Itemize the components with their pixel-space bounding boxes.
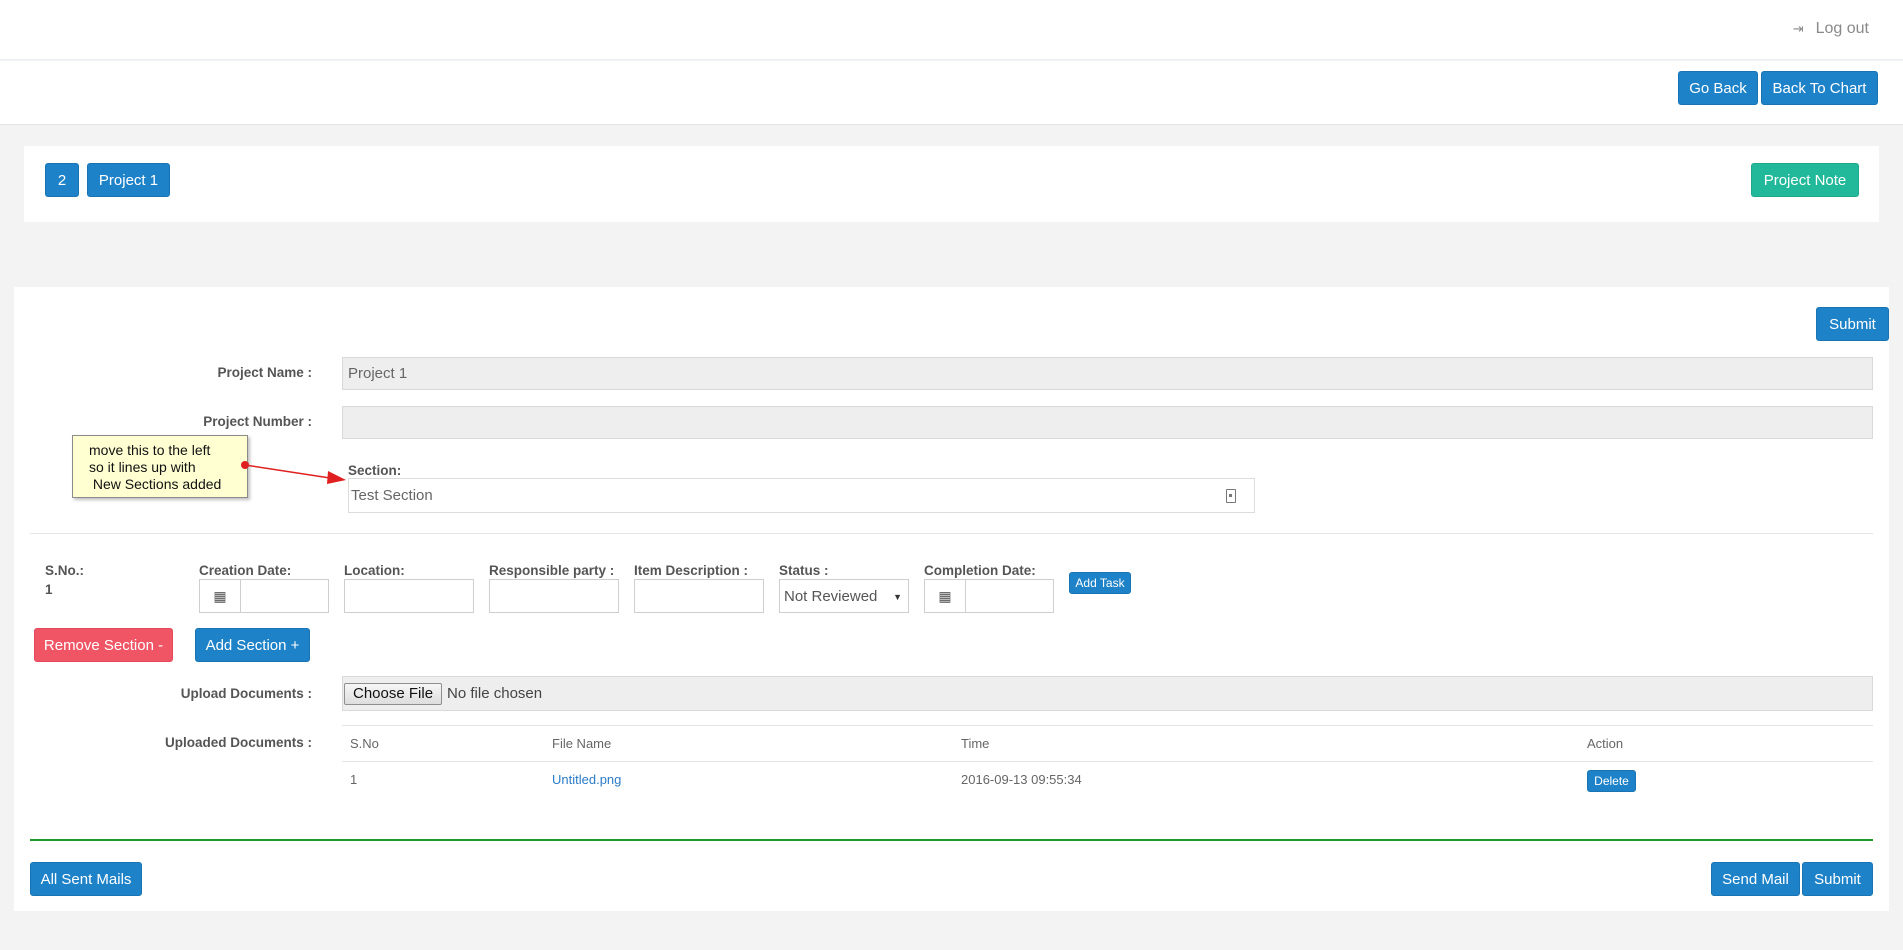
item-description-input[interactable]: [634, 579, 764, 613]
action-bar: Go Back Back To Chart: [0, 61, 1903, 125]
column-header-time: Time: [961, 736, 990, 751]
column-header-file-name: File Name: [552, 736, 612, 751]
section-divider: [30, 533, 1873, 534]
file-status: No file chosen: [447, 685, 543, 702]
upload-documents-label: Upload Documents :: [180, 686, 312, 701]
table-row: 1 Untitled.png 2016-09-13 09:55:34 Delet…: [342, 762, 1873, 798]
project-panel: 2 Project 1 Project Note: [24, 146, 1879, 222]
uploaded-documents-label: Uploaded Documents :: [164, 735, 312, 750]
footer-divider: [30, 839, 1873, 841]
calendar-icon[interactable]: ▦: [924, 579, 966, 613]
logout-label: Log out: [1815, 20, 1869, 37]
completion-date-input[interactable]: [966, 579, 1054, 613]
file-upload-field[interactable]: Choose File No file chosen: [342, 676, 1873, 711]
all-sent-mails-button[interactable]: All Sent Mails: [30, 862, 142, 896]
column-header-action: Action: [1587, 736, 1624, 751]
send-mail-button[interactable]: Send Mail: [1711, 862, 1800, 896]
status-select[interactable]: Not Reviewed ▼: [779, 579, 909, 613]
responsible-party-label: Responsible party :: [489, 563, 615, 578]
completion-date-picker[interactable]: ▦: [924, 579, 1054, 613]
project-button[interactable]: Project 1: [87, 163, 170, 197]
creation-date-picker[interactable]: ▦: [199, 579, 329, 613]
submit-button[interactable]: Submit: [1802, 862, 1873, 896]
add-section-button[interactable]: Add Section +: [195, 628, 310, 662]
creation-date-input[interactable]: [241, 579, 329, 613]
delete-button[interactable]: Delete: [1587, 770, 1636, 792]
sno-value: 1: [45, 582, 53, 597]
go-back-button[interactable]: Go Back: [1678, 71, 1758, 105]
row-sno: 1: [350, 772, 358, 787]
project-note-button[interactable]: Project Note: [1751, 163, 1859, 197]
sno-label: S.No.:: [45, 563, 84, 578]
column-header-sno: S.No: [350, 736, 379, 751]
choose-file-button[interactable]: Choose File: [344, 682, 443, 705]
project-number-field[interactable]: [342, 406, 1873, 439]
status-label: Status :: [779, 563, 829, 578]
project-name-value: Project 1: [348, 365, 408, 382]
submit-top-button[interactable]: Submit: [1816, 307, 1889, 341]
table-header-row: S.No File Name Time Action: [342, 725, 1873, 762]
project-number-badge[interactable]: 2: [45, 163, 79, 197]
responsible-party-input[interactable]: [489, 579, 619, 613]
chevron-down-icon: ▼: [893, 592, 902, 602]
project-name-label: Project Name :: [217, 365, 312, 380]
add-task-button[interactable]: Add Task: [1069, 572, 1131, 594]
annotation-note: move this to the left so it lines up wit…: [72, 435, 248, 498]
address-book-icon[interactable]: [1226, 489, 1236, 503]
location-label: Location:: [344, 563, 405, 578]
remove-section-button[interactable]: Remove Section -: [34, 628, 173, 662]
creation-date-label: Creation Date:: [199, 563, 292, 578]
section-value: Test Section: [351, 487, 433, 504]
file-name-link[interactable]: Untitled.png: [552, 772, 621, 787]
section-input[interactable]: Test Section: [348, 478, 1255, 513]
location-input[interactable]: [344, 579, 474, 613]
sign-out-icon: ⇥: [1792, 21, 1804, 36]
row-time: 2016-09-13 09:55:34: [961, 772, 1082, 787]
project-name-field[interactable]: Project 1: [342, 357, 1873, 390]
project-number-label: Project Number :: [203, 414, 312, 429]
section-label: Section:: [348, 463, 402, 478]
back-to-chart-button[interactable]: Back To Chart: [1761, 71, 1878, 105]
calendar-icon[interactable]: ▦: [199, 579, 241, 613]
item-description-label: Item Description :: [634, 563, 749, 578]
completion-date-label: Completion Date:: [924, 563, 1036, 578]
top-navbar: ⇥ Log out: [0, 0, 1903, 60]
logout-link[interactable]: ⇥ Log out: [1793, 20, 1869, 38]
status-value: Not Reviewed: [784, 587, 878, 605]
